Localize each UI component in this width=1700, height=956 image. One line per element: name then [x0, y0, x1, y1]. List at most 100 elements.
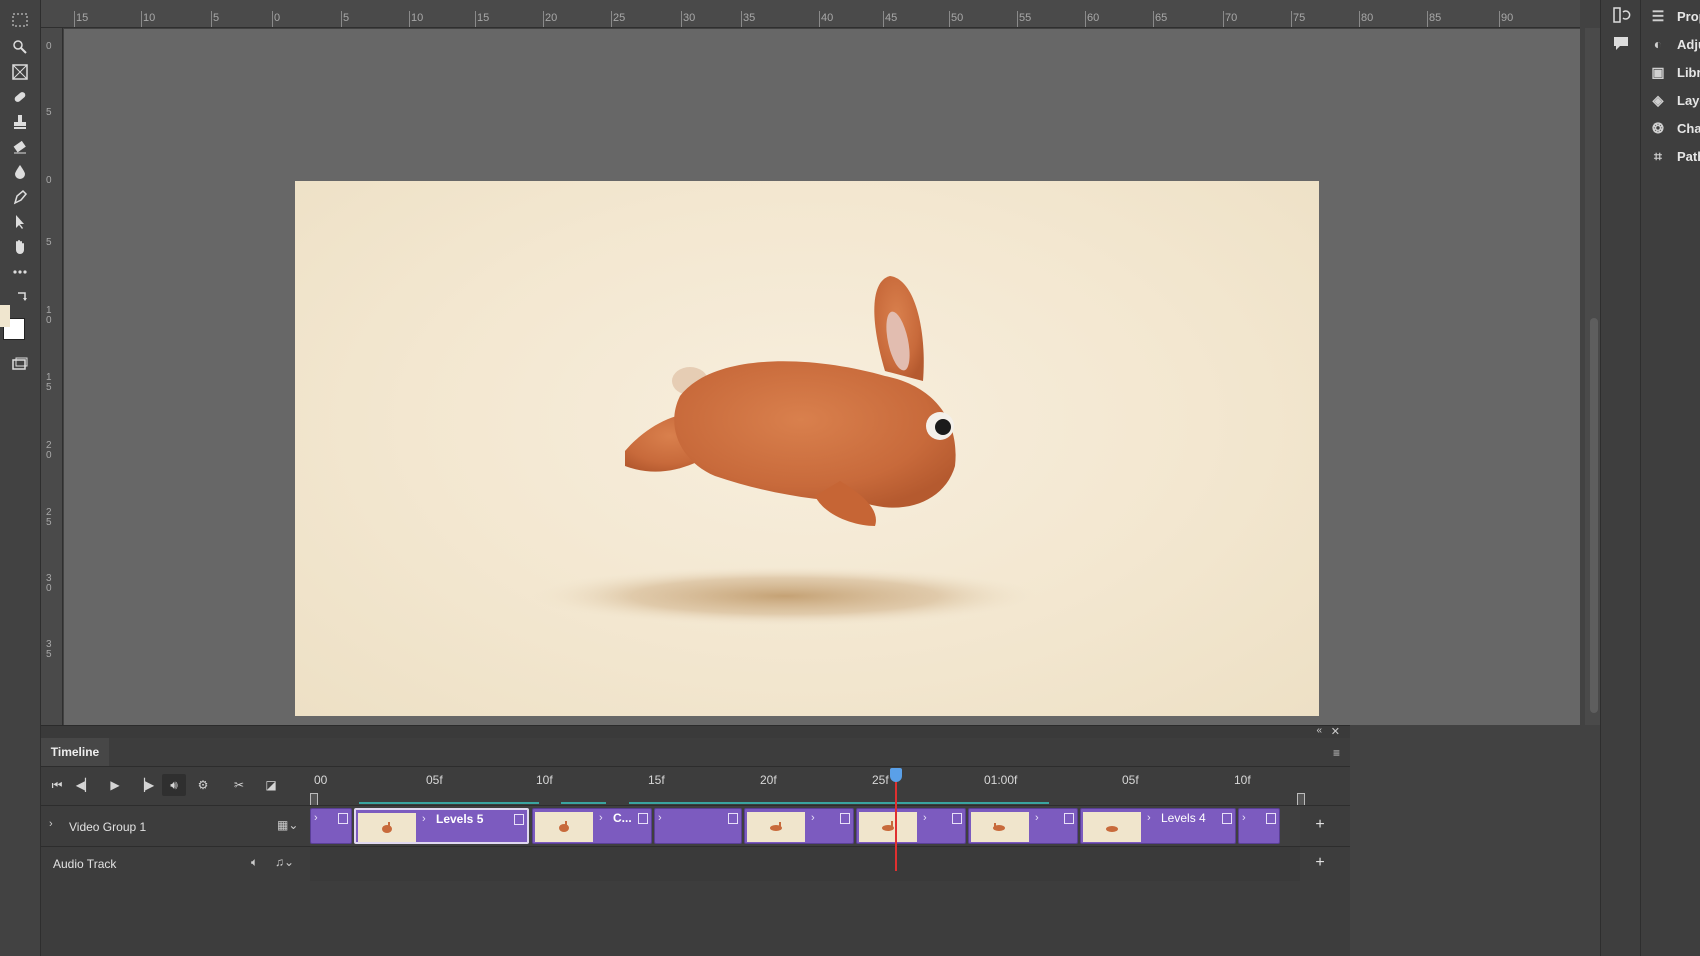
ruler-label: 0 [46, 175, 52, 186]
eraser-icon[interactable] [6, 136, 34, 158]
ruler-tick [543, 11, 544, 27]
canvas-area[interactable] [64, 29, 1580, 725]
panel-label: Libr [1677, 64, 1700, 80]
ruler-tick [141, 11, 142, 27]
blur-drop-icon[interactable] [6, 161, 34, 183]
foreground-color-swatch[interactable] [0, 305, 10, 327]
panel-layers[interactable]: ◈ Laye [1649, 89, 1700, 111]
history-panel-icon[interactable] [1611, 6, 1631, 24]
panel-menu-icon[interactable]: ≡ [1333, 746, 1340, 760]
photoshop-window: 15 10 5 0 5 10 15 20 25 30 35 40 45 50 55 60 65 70 75 80 85 9… [0, 0, 1700, 956]
panel-label: Chan [1677, 120, 1700, 136]
video-clip[interactable]: › [310, 808, 352, 844]
panel-libraries[interactable]: ▣ Libr [1649, 61, 1700, 83]
ruler-label: 40 [821, 12, 834, 24]
horizontal-ruler: 15 10 5 0 5 10 15 20 25 30 35 40 45 50 55 60 65 70 75 80 85 9… [41, 0, 1580, 28]
ruler-label: 3 5 [46, 639, 52, 660]
video-clip[interactable]: › Levels 4 [1080, 808, 1236, 844]
ruler-label: 60 [1087, 12, 1100, 24]
ruler-label: 35 [743, 12, 756, 24]
ruler-tick [1359, 11, 1360, 27]
add-audio-button[interactable]: + [1311, 854, 1329, 872]
panel-channels[interactable]: ❂ Chan [1649, 117, 1700, 139]
pen-tool-icon[interactable] [6, 186, 34, 208]
hand-tool-icon[interactable] [6, 236, 34, 258]
video-track-area[interactable]: › › Levels 5 › C... › › › › › Levels 4 › [310, 806, 1300, 847]
more-tools-icon[interactable] [6, 261, 34, 283]
video-clip[interactable]: › C... [532, 808, 652, 844]
ruler-label: 55 [1019, 12, 1032, 24]
marquee-tool-icon[interactable] [6, 9, 34, 31]
audio-track-row: Audio Track 🔈︎ ♫⌄ + [41, 846, 1350, 881]
audio-track-area[interactable] [310, 847, 1300, 881]
ruler-label: 30 [683, 12, 696, 24]
ruler-label: 45 [885, 12, 898, 24]
ruler-label: 65 [1155, 12, 1168, 24]
tools-panel [0, 0, 41, 956]
timeline-tab[interactable]: Timeline [41, 738, 109, 766]
expand-chevron-icon[interactable]: › [49, 818, 53, 830]
film-strip-icon[interactable]: ▦⌄ [277, 818, 298, 832]
felt-rabbit-image [530, 276, 1040, 626]
panel-adjustments[interactable]: ◐ Adju [1649, 33, 1700, 55]
music-note-icon[interactable]: ♫⌄ [275, 855, 294, 869]
video-clip[interactable]: › [654, 808, 742, 844]
ruler-tick [1085, 11, 1086, 27]
screen-mode-icon[interactable] [6, 353, 34, 375]
close-panel-icon[interactable]: ✕ [1331, 725, 1340, 738]
panel-dock-strip [1600, 0, 1640, 956]
panel-label: Adju [1677, 36, 1700, 52]
ruler-label: 80 [1361, 12, 1374, 24]
next-frame-icon[interactable]: ▕▶ [133, 774, 157, 796]
render-bar [561, 802, 606, 804]
settings-gear-icon[interactable]: ⚙ [191, 774, 215, 796]
swap-colors-icon[interactable] [12, 286, 32, 308]
clip-label: Levels 4 [1161, 811, 1206, 825]
previous-frame-icon[interactable]: ◀▏ [73, 774, 97, 796]
video-clip[interactable]: › [968, 808, 1078, 844]
comments-panel-icon[interactable] [1611, 34, 1631, 52]
transition-icon[interactable]: ◪ [259, 774, 283, 796]
ruler-tick [409, 11, 410, 27]
document-canvas[interactable] [295, 181, 1319, 716]
go-to-first-frame-icon[interactable]: ⏮ [45, 774, 69, 796]
video-clip[interactable]: › [856, 808, 966, 844]
video-clip-selected[interactable]: › Levels 5 [354, 808, 529, 844]
ruler-label: 75 [1293, 12, 1306, 24]
clip-label: Levels 5 [436, 812, 484, 826]
ruler-tick [1427, 11, 1428, 27]
healing-brush-icon[interactable] [6, 86, 34, 108]
speaker-icon[interactable]: 🔈︎ [251, 855, 258, 870]
channels-icon: ❂ [1652, 119, 1664, 136]
vertical-ruler: 0 5 0 5 1 0 1 5 2 0 2 5 3 0 3 5 [41, 28, 63, 725]
ruler-tick [272, 11, 273, 27]
playhead-handle[interactable] [890, 768, 902, 782]
scrollbar-thumb[interactable] [1590, 318, 1598, 713]
clone-stamp-icon[interactable] [6, 111, 34, 133]
video-clip[interactable]: › [1238, 808, 1280, 844]
add-media-button[interactable]: + [1311, 816, 1329, 834]
quick-selection-tool-icon[interactable] [6, 35, 34, 57]
video-clip[interactable]: › [744, 808, 854, 844]
panel-paths[interactable]: ⌗ Path [1649, 145, 1700, 167]
frame-tool-icon[interactable] [6, 61, 34, 83]
collapse-panel-icon[interactable]: « [1316, 725, 1322, 736]
mute-audio-icon[interactable]: 🔊︎ [162, 774, 186, 796]
ruler-label: 15 [76, 12, 89, 24]
ruler-tick [949, 11, 950, 27]
timeline-ruler-label: 10f [1234, 773, 1251, 787]
timeline-time-ruler[interactable]: 00 05f 10f 15f 20f 25f 01:00f 05f 10f [310, 767, 1350, 803]
panel-label: Path [1677, 148, 1700, 164]
split-scissors-icon[interactable]: ✂ [227, 774, 251, 796]
libraries-icon: ▣ [1651, 63, 1665, 80]
render-bar [629, 802, 1049, 804]
path-selection-icon[interactable] [6, 211, 34, 233]
ruler-tick [1017, 11, 1018, 27]
ruler-tick [611, 11, 612, 27]
playhead-line [895, 771, 897, 871]
ruler-tick [681, 11, 682, 27]
timeline-ruler-label: 05f [426, 773, 443, 787]
panel-properties[interactable]: ☰ Prop [1649, 5, 1700, 27]
timeline-ruler-label: 01:00f [984, 773, 1018, 787]
play-icon[interactable]: ▶ [103, 774, 127, 796]
